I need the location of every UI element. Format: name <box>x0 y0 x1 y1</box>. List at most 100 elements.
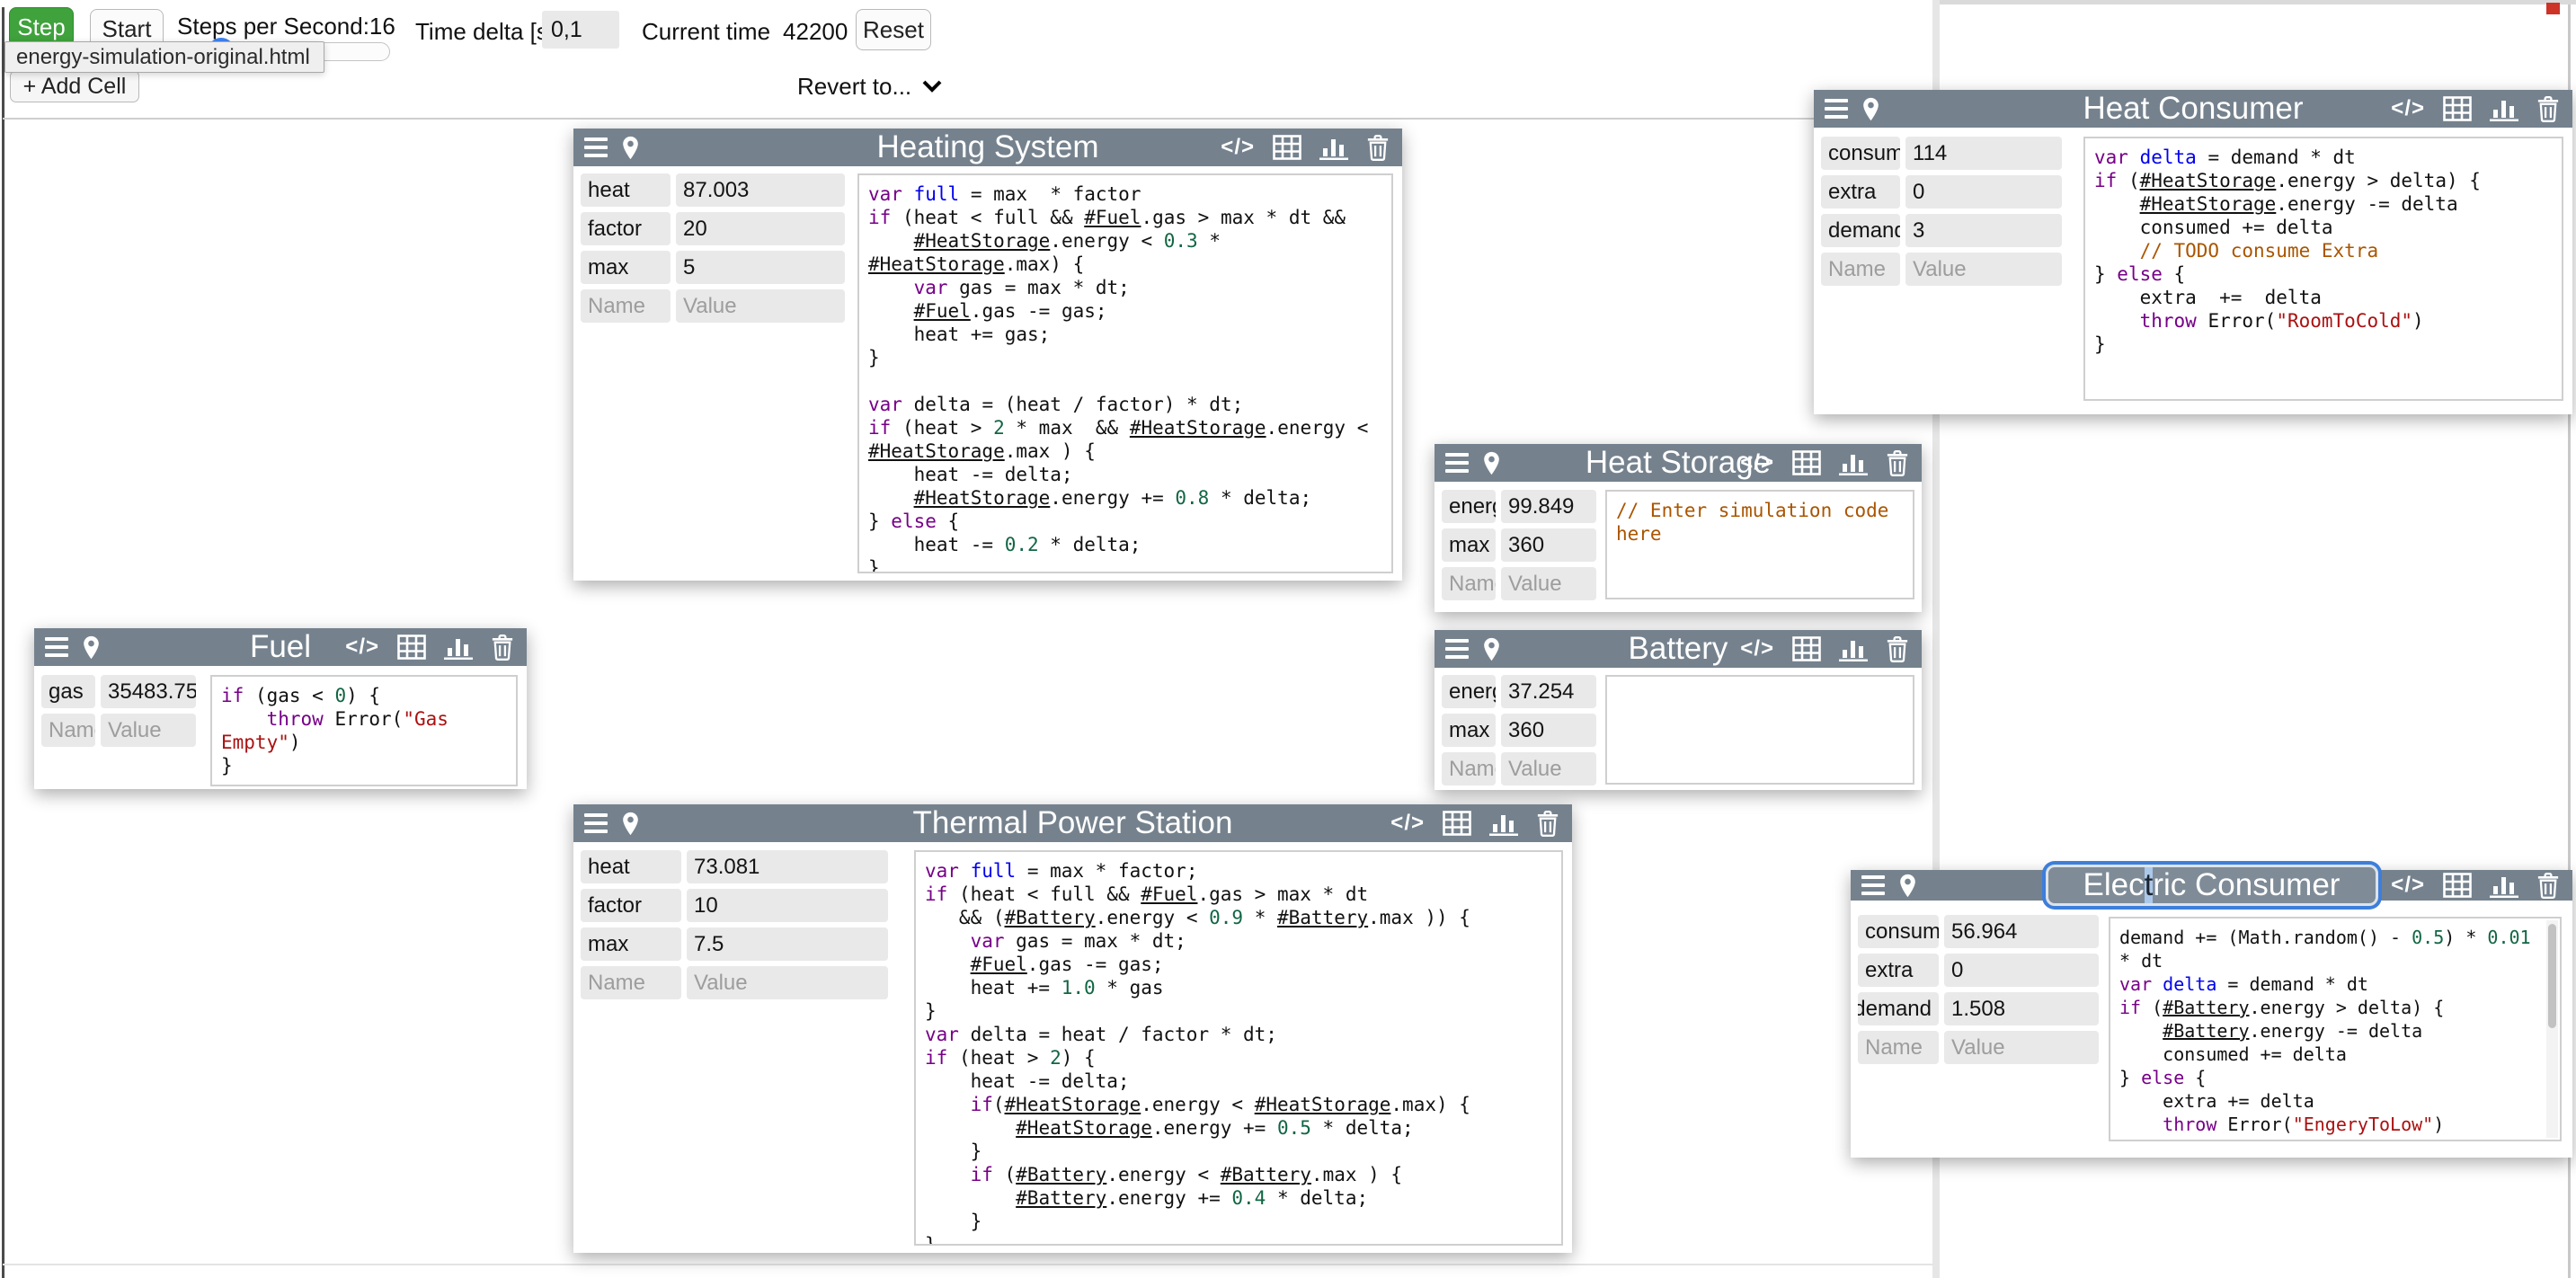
variable-value-cell[interactable]: Value <box>1905 253 2062 286</box>
location-pin-icon[interactable] <box>1862 97 1879 121</box>
menu-icon[interactable] <box>1861 875 1885 895</box>
variable-name-cell[interactable]: extra <box>1858 954 1939 987</box>
variable-value-cell[interactable]: 114 <box>1905 137 2062 170</box>
panel-title-input[interactable]: Electric Consumer <box>2046 865 2378 906</box>
variable-name-cell[interactable]: consumed <box>1858 915 1939 948</box>
chart-view-icon[interactable] <box>2490 96 2518 121</box>
table-view-icon[interactable] <box>2443 96 2472 121</box>
variable-name-cell[interactable]: demand <box>1858 992 1939 1025</box>
variable-name-cell[interactable]: Name <box>1442 567 1496 600</box>
chart-view-icon[interactable] <box>2490 873 2518 898</box>
panel-header[interactable]: Heating System</> <box>573 129 1402 166</box>
variable-value-cell[interactable]: 20 <box>676 212 845 245</box>
variable-name-cell[interactable]: demand <box>1821 214 1900 247</box>
variable-name-cell[interactable]: heat <box>581 173 671 207</box>
code-view-icon[interactable]: </> <box>2391 96 2425 121</box>
panel-header[interactable]: Thermal Power Station</> <box>573 804 1572 842</box>
variable-value-cell[interactable]: Value <box>101 714 196 747</box>
code-editor[interactable] <box>1605 675 1914 785</box>
variable-value-cell[interactable]: 5 <box>676 251 845 284</box>
variable-name-cell[interactable]: energy <box>1442 675 1496 708</box>
variable-name-cell[interactable]: Name <box>581 289 671 323</box>
menu-icon[interactable] <box>1445 639 1469 659</box>
variable-value-cell[interactable]: 360 <box>1501 714 1596 747</box>
location-pin-icon[interactable] <box>1483 637 1500 661</box>
variable-value-cell[interactable]: Value <box>1944 1031 2099 1064</box>
panel-header[interactable]: Battery</> <box>1435 630 1922 668</box>
table-view-icon[interactable] <box>1443 811 1471 836</box>
table-view-icon[interactable] <box>1792 450 1821 475</box>
variable-name-cell[interactable]: max <box>1442 714 1496 747</box>
code-editor[interactable]: demand += (Math.random() - 0.5) * 0.01* … <box>2109 917 2562 1141</box>
menu-icon[interactable] <box>1445 453 1469 473</box>
menu-icon[interactable] <box>45 637 68 657</box>
variable-value-cell[interactable]: Value <box>676 289 845 323</box>
variable-value-cell[interactable]: 0 <box>1944 954 2099 987</box>
variable-name-cell[interactable]: max <box>581 927 681 961</box>
variable-name-cell[interactable]: Name <box>1821 253 1900 286</box>
variable-name-cell[interactable]: extra <box>1821 175 1900 209</box>
chart-view-icon[interactable] <box>444 635 473 660</box>
revert-to-dropdown[interactable]: Revert to... <box>797 72 942 101</box>
variable-value-cell[interactable]: 0 <box>1905 175 2062 209</box>
variable-name-cell[interactable]: max <box>1442 528 1496 562</box>
code-editor[interactable]: var delta = demand * dtif (#HeatStorage.… <box>2083 137 2563 401</box>
code-editor[interactable]: if (gas < 0) { throw Error("GasEmpty")} <box>210 675 518 786</box>
variable-value-cell[interactable]: 10 <box>687 889 888 922</box>
code-view-icon[interactable]: </> <box>1740 450 1774 475</box>
variable-value-cell[interactable]: 56.964 <box>1944 915 2099 948</box>
panel-header[interactable]: Heat Consumer</> <box>1814 90 2572 128</box>
variable-value-cell[interactable]: 87.003 <box>676 173 845 207</box>
variable-name-cell[interactable]: max <box>581 251 671 284</box>
panel-header[interactable]: Fuel</> <box>34 628 527 666</box>
location-pin-icon[interactable] <box>83 635 100 660</box>
menu-icon[interactable] <box>1825 99 1848 119</box>
variable-value-cell[interactable]: 73.081 <box>687 850 888 883</box>
delete-icon[interactable] <box>2536 96 2560 122</box>
code-view-icon[interactable]: </> <box>345 635 379 660</box>
delete-icon[interactable] <box>1886 450 1909 476</box>
variable-name-cell[interactable]: heat <box>581 850 681 883</box>
variable-value-cell[interactable]: Value <box>687 966 888 999</box>
code-view-icon[interactable]: </> <box>1390 811 1425 836</box>
chart-view-icon[interactable] <box>1839 636 1868 661</box>
variable-value-cell[interactable]: 35483.75 <box>101 675 196 708</box>
variable-value-cell[interactable]: 99.849 <box>1501 490 1596 523</box>
location-pin-icon[interactable] <box>622 136 639 160</box>
location-pin-icon[interactable] <box>1899 874 1916 898</box>
variable-name-cell[interactable]: factor <box>581 212 671 245</box>
table-view-icon[interactable] <box>1792 636 1821 661</box>
delete-icon[interactable] <box>2536 873 2560 899</box>
panel-header[interactable]: Heat Storage</> <box>1435 444 1922 482</box>
menu-icon[interactable] <box>584 138 608 157</box>
location-pin-icon[interactable] <box>1483 451 1500 475</box>
chart-view-icon[interactable] <box>1319 135 1348 160</box>
variable-name-cell[interactable]: Name <box>1858 1031 1939 1064</box>
variable-value-cell[interactable]: 3 <box>1905 214 2062 247</box>
variable-name-cell[interactable]: gas <box>41 675 95 708</box>
code-editor[interactable]: var full = max * factor;if (heat < full … <box>914 850 1563 1246</box>
variable-name-cell[interactable]: Name <box>41 714 95 747</box>
variable-name-cell[interactable]: factor <box>581 889 681 922</box>
code-view-icon[interactable]: </> <box>1740 636 1774 661</box>
delete-icon[interactable] <box>1886 636 1909 662</box>
variable-name-cell[interactable]: Name <box>581 966 681 999</box>
code-editor[interactable]: // Enter simulation codehere <box>1605 490 1914 599</box>
variable-value-cell[interactable]: Value <box>1501 752 1596 785</box>
add-cell-button[interactable]: + Add Cell <box>10 70 139 102</box>
variable-value-cell[interactable]: 360 <box>1501 528 1596 562</box>
menu-icon[interactable] <box>584 813 608 833</box>
table-view-icon[interactable] <box>1273 135 1301 160</box>
table-view-icon[interactable] <box>2443 873 2472 898</box>
code-editor[interactable]: var full = max * factorif (heat < full &… <box>857 173 1393 573</box>
code-view-icon[interactable]: </> <box>1221 135 1255 160</box>
reset-button[interactable]: Reset <box>856 9 931 50</box>
code-view-icon[interactable]: </> <box>2391 873 2425 898</box>
panel-header[interactable]: Electric Consumer</> <box>1851 870 2572 901</box>
variable-value-cell[interactable]: 1.508 <box>1944 992 2099 1025</box>
table-view-icon[interactable] <box>397 635 426 660</box>
chart-view-icon[interactable] <box>1489 811 1518 836</box>
code-scrollbar[interactable] <box>2546 920 2558 1138</box>
location-pin-icon[interactable] <box>622 812 639 836</box>
delete-icon[interactable] <box>1366 135 1390 161</box>
